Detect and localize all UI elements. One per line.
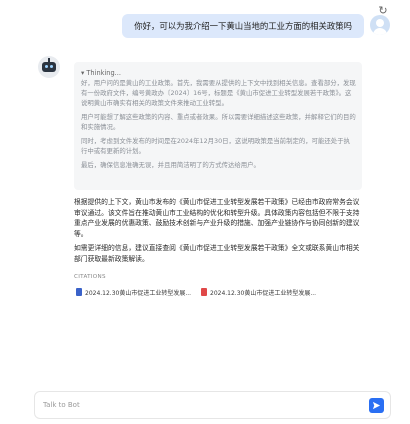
document-icon — [76, 288, 82, 296]
citation-title: 2024.12.30黄山市促进工业转型发展... — [85, 290, 192, 297]
bot-message: ▾ Thinking... 好，用户问的是黄山的工业政策。首先，我需要从提供的上… — [74, 62, 362, 302]
thinking-title[interactable]: ▾ Thinking... — [81, 68, 356, 78]
send-icon — [372, 401, 381, 410]
citations-label: CITATIONS — [74, 274, 106, 280]
answer-paragraph: 根据提供的上下文，黄山市发布的《黄山市促进工业转型发展若干政策》已经由市政府常务… — [74, 198, 360, 238]
send-button[interactable] — [369, 398, 384, 413]
robot-avatar-icon — [38, 56, 60, 78]
user-message-row: 你好，可以为我介绍一下黄山当地的工业方面的相关政策吗 — [0, 14, 410, 38]
answer-text: 根据提供的上下文，黄山市发布的《黄山市促进工业转型发展若干政策》已经由市政府常务… — [74, 197, 362, 264]
thinking-paragraph: 同时，考虑到文件发布的时间是在2024年12月30日，这说明政策是当前制定的，可… — [81, 137, 350, 155]
pdf-icon — [201, 288, 207, 296]
answer-paragraph: 如需更详细的信息，建议直接查阅《黄山市促进工业转型发展若干政策》全文或联系黄山市… — [74, 244, 360, 263]
thinking-panel[interactable]: ▾ Thinking... 好，用户问的是黄山的工业政策。首先，我需要从提供的上… — [74, 62, 362, 190]
chat-input-bar — [34, 391, 391, 419]
citation-link[interactable]: 2024.12.30黄山市促进工业转型发展... — [201, 288, 316, 298]
user-message-bubble: 你好，可以为我介绍一下黄山当地的工业方面的相关政策吗 — [122, 14, 364, 38]
thinking-paragraph: 好，用户问的是黄山的工业政策。首先，我需要从提供的上下文中找到相关信息。查看部分… — [81, 79, 356, 107]
thinking-paragraph: 最后，确保信息准确无误，并且用简洁明了的方式传达给用户。 — [81, 161, 260, 169]
thinking-paragraph: 用户可能想了解这些政策的内容、重点或者效果。所以需要详细描述这些政策，并解释它们… — [81, 113, 356, 131]
citation-title: 2024.12.30黄山市促进工业转型发展... — [210, 290, 317, 297]
user-avatar-icon — [370, 15, 390, 35]
citation-link[interactable]: 2024.12.30黄山市促进工业转型发展... — [76, 288, 191, 298]
chat-input[interactable] — [43, 397, 353, 413]
